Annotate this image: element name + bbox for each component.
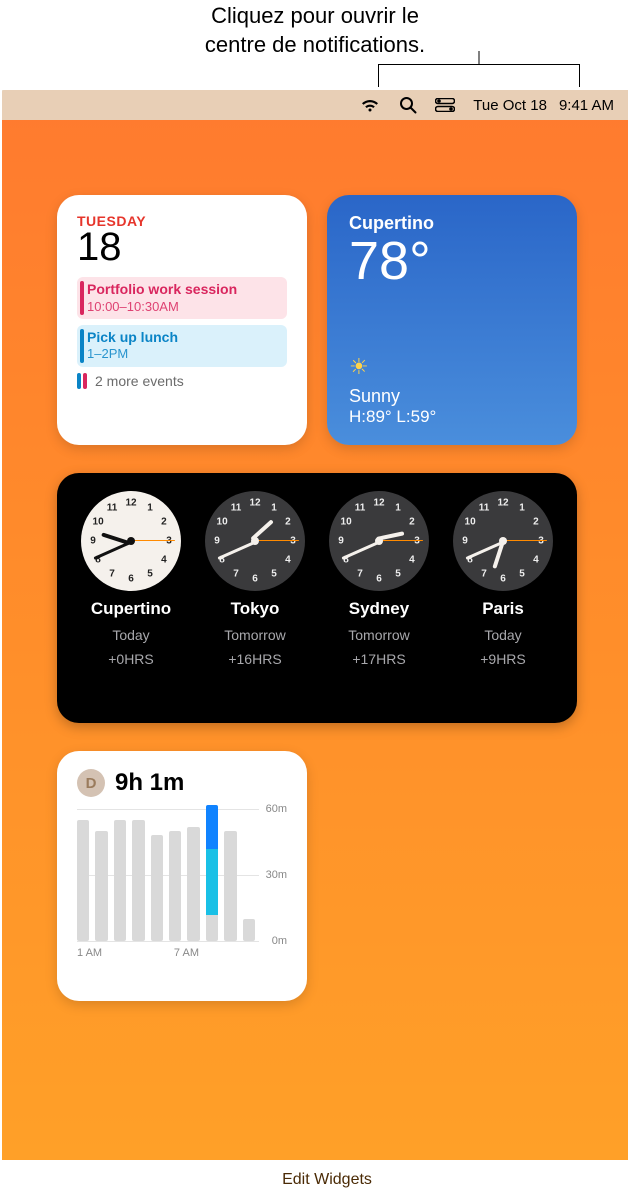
calendar-widget[interactable]: TUESDAY 18 Portfolio work session 10:00–… — [57, 195, 307, 445]
clock-face: 121234567891011 — [81, 491, 181, 591]
chart-bar — [77, 820, 89, 941]
chart-bar — [151, 835, 163, 941]
clock-column: 121234567891011 Tokyo Tomorrow +16HRS — [195, 491, 315, 707]
sun-icon: ☀︎ — [349, 354, 369, 379]
clock-day: Today — [112, 627, 149, 643]
more-color-bars — [77, 373, 87, 389]
screentime-widget[interactable]: D 9h 1m 60m 30m 0m 1 AM 7 AM — [57, 751, 307, 1001]
clock-offset: +17HRS — [352, 651, 405, 667]
world-clock-widget[interactable]: 121234567891011CupertinoToday+0HRS121234… — [57, 473, 577, 723]
weather-hilo: H:89° L:59° — [349, 407, 555, 427]
callout-bracket — [378, 64, 580, 87]
calendar-event: Portfolio work session 10:00–10:30AM — [77, 277, 287, 319]
clock-face: 121234567891011 — [329, 491, 429, 591]
more-label: 2 more events — [95, 373, 184, 389]
menubar-date: Tue Oct 18 — [473, 97, 547, 114]
chart-bar — [169, 831, 181, 941]
weather-widget[interactable]: Cupertino 78° ☀︎ Sunny H:89° L:59° — [327, 195, 577, 445]
y-tick-label: 0m — [272, 935, 287, 947]
clock-day: Tomorrow — [348, 627, 409, 643]
control-center-icon[interactable] — [435, 98, 455, 112]
edit-widgets-button[interactable]: Edit Widgets — [264, 1165, 390, 1195]
y-tick-label: 60m — [266, 803, 287, 815]
clock-city: Tokyo — [231, 599, 280, 619]
chart-bar — [114, 820, 126, 941]
event-time: 1–2PM — [87, 346, 279, 362]
chart-bar — [224, 831, 236, 941]
chart-bar — [187, 827, 199, 941]
callout-text: Cliquez pour ouvrir le centre de notific… — [0, 0, 630, 59]
event-title: Pick up lunch — [87, 329, 279, 347]
clock-offset: +0HRS — [108, 651, 154, 667]
weather-temperature: 78° — [349, 234, 555, 288]
menubar: Tue Oct 18 9:41 AM — [2, 90, 628, 120]
widgets-area: TUESDAY 18 Portfolio work session 10:00–… — [57, 195, 597, 1001]
clock-face: 121234567891011 — [453, 491, 553, 591]
x-tick-label: 7 AM — [174, 947, 199, 959]
chart-bar — [243, 919, 255, 941]
clock-city: Sydney — [349, 599, 409, 619]
screentime-chart: 60m30m0m1 AM7 AM — [77, 809, 287, 959]
clock-face: 121234567891011 — [205, 491, 305, 591]
spotlight-icon[interactable] — [399, 96, 417, 114]
chart-bar — [95, 831, 107, 941]
calendar-date-number: 18 — [77, 227, 287, 267]
event-title: Portfolio work session — [87, 281, 279, 299]
weather-condition: Sunny — [349, 386, 555, 407]
desktop: Tue Oct 18 9:41 AM TUESDAY 18 Portfolio … — [2, 90, 628, 1160]
wifi-icon[interactable] — [359, 97, 381, 113]
avatar: D — [77, 769, 105, 797]
screentime-total: 9h 1m — [115, 769, 184, 797]
notification-center-toggle[interactable]: Tue Oct 18 9:41 AM — [473, 97, 614, 114]
y-tick-label: 30m — [266, 869, 287, 881]
chart-bar — [206, 805, 218, 941]
clock-column: 121234567891011 Paris Today +9HRS — [443, 491, 563, 707]
menubar-time: 9:41 AM — [559, 97, 614, 114]
clock-city: Cupertino — [91, 599, 171, 619]
clock-city: Paris — [482, 599, 524, 619]
clock-day: Today — [484, 627, 521, 643]
clock-offset: +16HRS — [228, 651, 281, 667]
event-time: 10:00–10:30AM — [87, 299, 279, 315]
calendar-event: Pick up lunch 1–2PM — [77, 325, 287, 367]
clock-column: 121234567891011 Cupertino Today +0HRS — [71, 491, 191, 707]
x-tick-label: 1 AM — [77, 947, 102, 959]
calendar-more-events: 2 more events — [77, 373, 287, 389]
clock-day: Tomorrow — [224, 627, 285, 643]
chart-bar — [132, 820, 144, 941]
clock-column: 121234567891011 Sydney Tomorrow +17HRS — [319, 491, 439, 707]
clock-offset: +9HRS — [480, 651, 526, 667]
